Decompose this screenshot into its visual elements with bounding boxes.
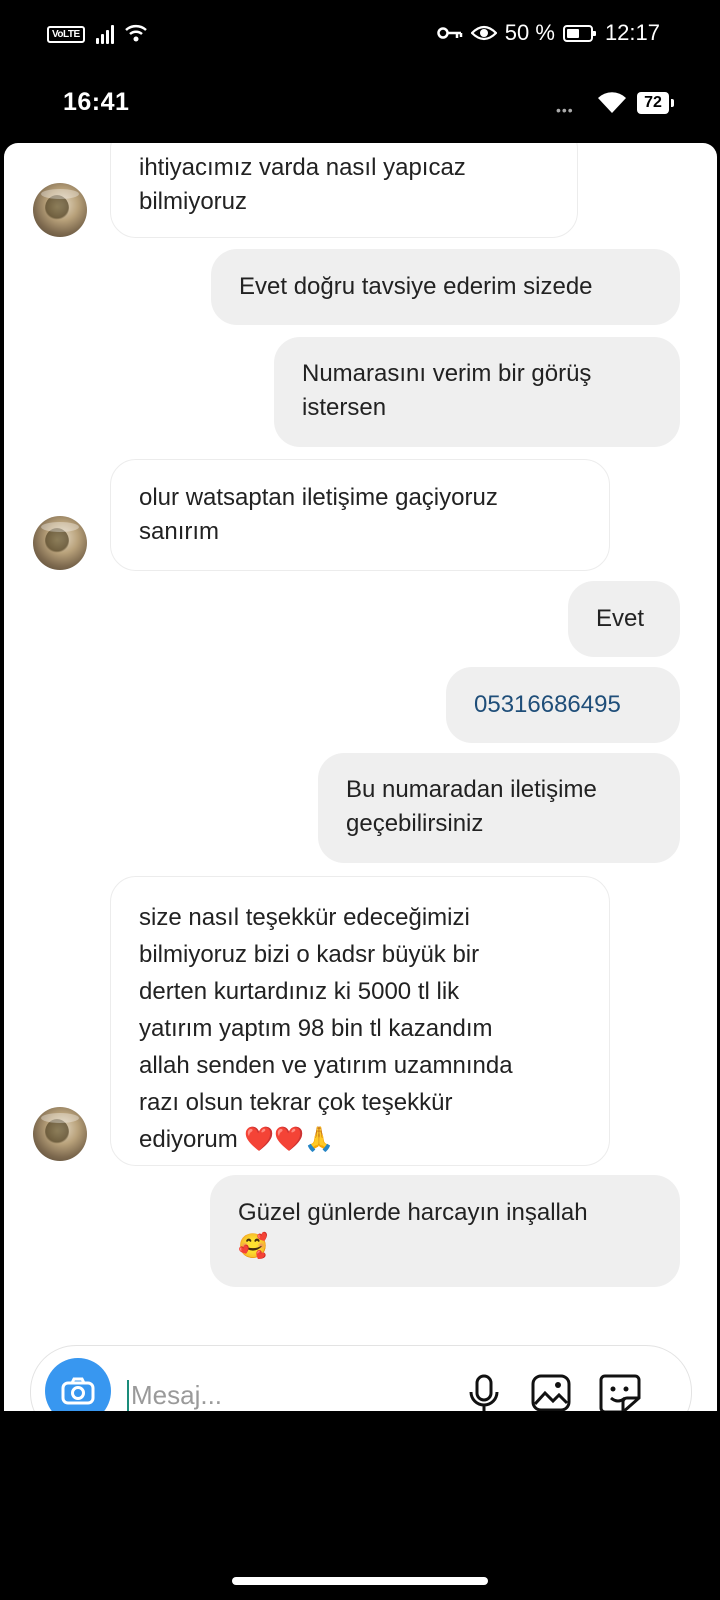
phone-number-link[interactable]: 05316686495 xyxy=(474,688,652,722)
incoming-message[interactable]: olur watsaptan iletişime gaçiyoruz sanır… xyxy=(110,459,610,571)
inner-clock: 16:41 xyxy=(63,88,130,116)
inner-battery-icon: 72 xyxy=(637,92,674,114)
outgoing-message[interactable]: 05316686495 xyxy=(446,667,680,743)
incoming-message[interactable]: size nasıl teşekkür edeceğimizi bilmiyor… xyxy=(110,876,610,1166)
message-input[interactable]: Mesaj... xyxy=(131,1380,222,1411)
outgoing-message[interactable]: Güzel günlerde harcayın inşallah 🥰 xyxy=(210,1175,680,1287)
camera-icon xyxy=(61,1377,95,1405)
microphone-icon[interactable] xyxy=(467,1374,501,1414)
cell-signal-icon xyxy=(96,24,118,44)
chat-thread[interactable]: ihtiyacımız varda nasıl yapıcaz bilmiyor… xyxy=(4,143,717,1411)
battery-icon xyxy=(562,24,596,42)
outgoing-message[interactable]: Numarasını verim bir görüş istersen xyxy=(274,337,680,447)
home-indicator[interactable] xyxy=(232,1577,488,1585)
wifi-icon xyxy=(125,25,147,42)
gallery-icon[interactable] xyxy=(531,1374,571,1412)
outgoing-message[interactable]: Bu numaradan iletişime geçebilirsiniz xyxy=(318,753,680,863)
outer-status-bar: VoLTE 50 % 12:17 xyxy=(0,0,720,70)
incoming-message[interactable]: ihtiyacımız varda nasıl yapıcaz bilmiyor… xyxy=(110,143,578,238)
sticker-icon[interactable] xyxy=(599,1374,641,1414)
battery-percent: 50 % xyxy=(504,20,555,45)
volte-badge: VoLTE xyxy=(47,26,85,43)
eye-icon xyxy=(470,25,497,41)
more-dots-icon: ••• xyxy=(556,102,574,118)
inner-status-bar: 16:41 ••• 72 xyxy=(0,80,720,140)
bottom-area xyxy=(0,1411,720,1600)
avatar[interactable] xyxy=(33,516,87,570)
outgoing-message[interactable]: Evet xyxy=(568,581,680,657)
avatar[interactable] xyxy=(33,183,87,237)
avatar[interactable] xyxy=(33,1107,87,1161)
inner-wifi-icon xyxy=(598,92,626,113)
outer-clock: 12:17 xyxy=(604,20,660,45)
outgoing-message[interactable]: Evet doğru tavsiye ederim sizede xyxy=(211,249,680,325)
text-caret xyxy=(127,1380,129,1414)
key-icon xyxy=(437,27,463,39)
